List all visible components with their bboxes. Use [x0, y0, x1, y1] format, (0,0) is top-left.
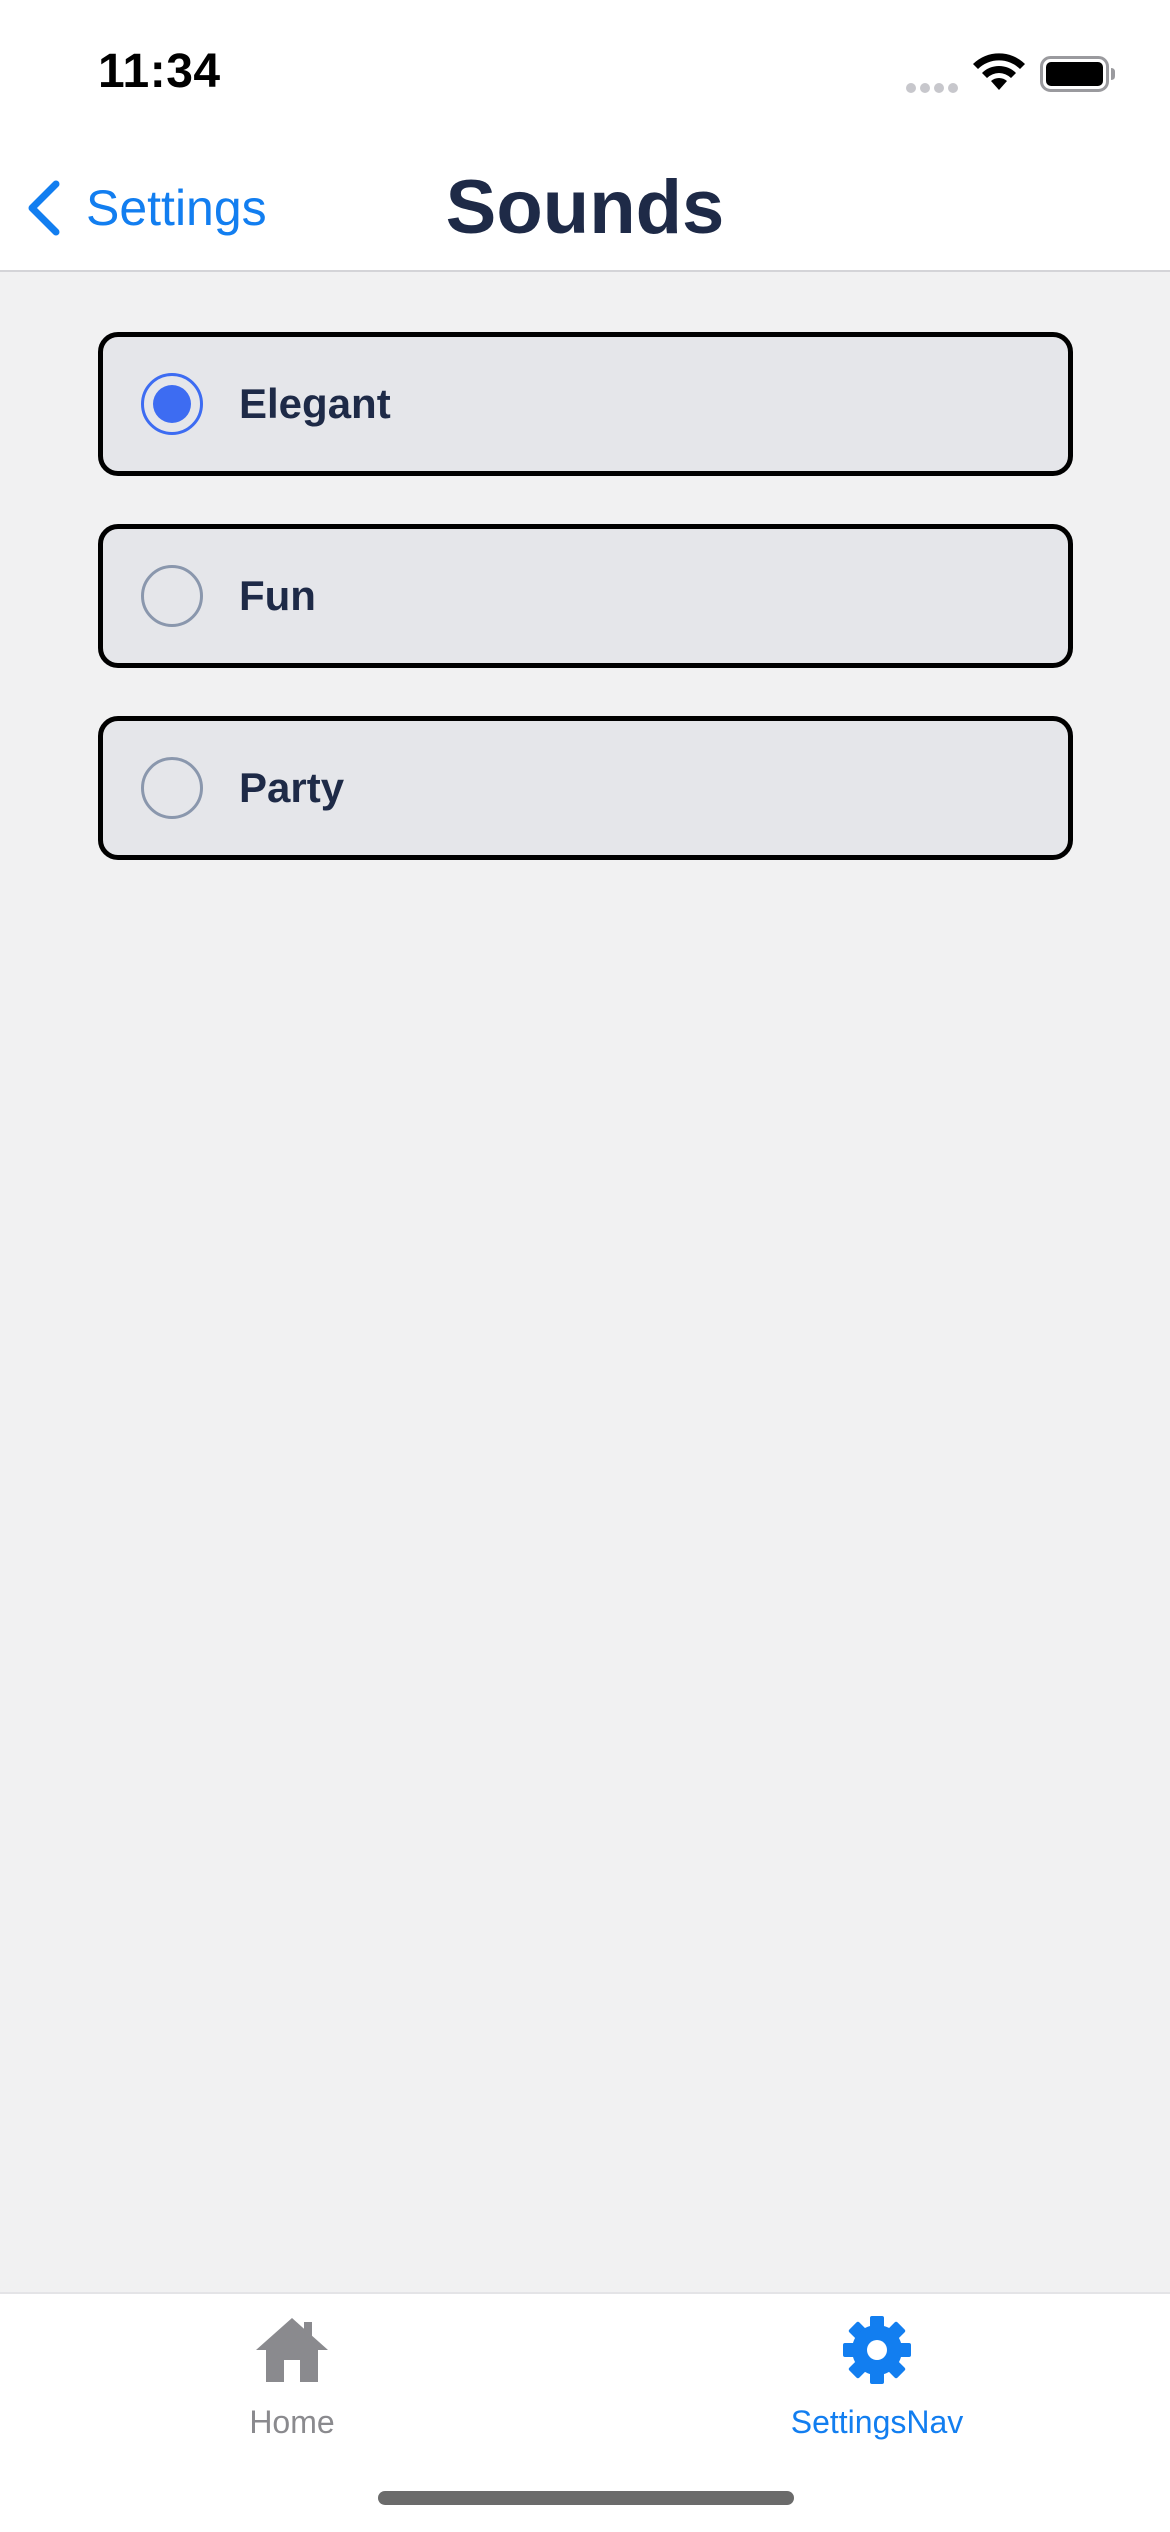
back-button-label: Settings [86, 180, 267, 236]
wifi-icon [973, 53, 1025, 90]
gear-icon [843, 2316, 911, 2384]
cellular-signal-icon [906, 83, 958, 93]
home-icon [256, 2318, 328, 2382]
home-indicator [378, 2491, 794, 2505]
chevron-left-icon [28, 180, 60, 236]
option-fun[interactable]: Fun [98, 524, 1073, 668]
radio-button[interactable] [141, 565, 203, 627]
option-label: Elegant [239, 380, 391, 427]
tab-label: Home [249, 2404, 335, 2440]
tab-label: SettingsNav [790, 2404, 964, 2440]
navigation-bar: Settings Sounds [0, 140, 1170, 272]
option-party[interactable]: Party [98, 716, 1073, 860]
radio-button[interactable] [141, 373, 203, 435]
radio-selected-dot [153, 385, 191, 423]
back-button[interactable]: Settings [24, 174, 267, 242]
status-bar: 11:34 [0, 0, 1170, 140]
option-label: Fun [239, 572, 316, 619]
option-label: Party [239, 764, 345, 811]
radio-button[interactable] [141, 757, 203, 819]
option-elegant[interactable]: Elegant [98, 332, 1073, 476]
tab-settings[interactable]: SettingsNav [727, 2314, 1027, 2441]
sound-options-list: Elegant Fun Party [98, 332, 1073, 908]
tab-home[interactable]: Home [142, 2314, 442, 2441]
battery-icon [1040, 56, 1115, 92]
status-time: 11:34 [98, 45, 221, 98]
